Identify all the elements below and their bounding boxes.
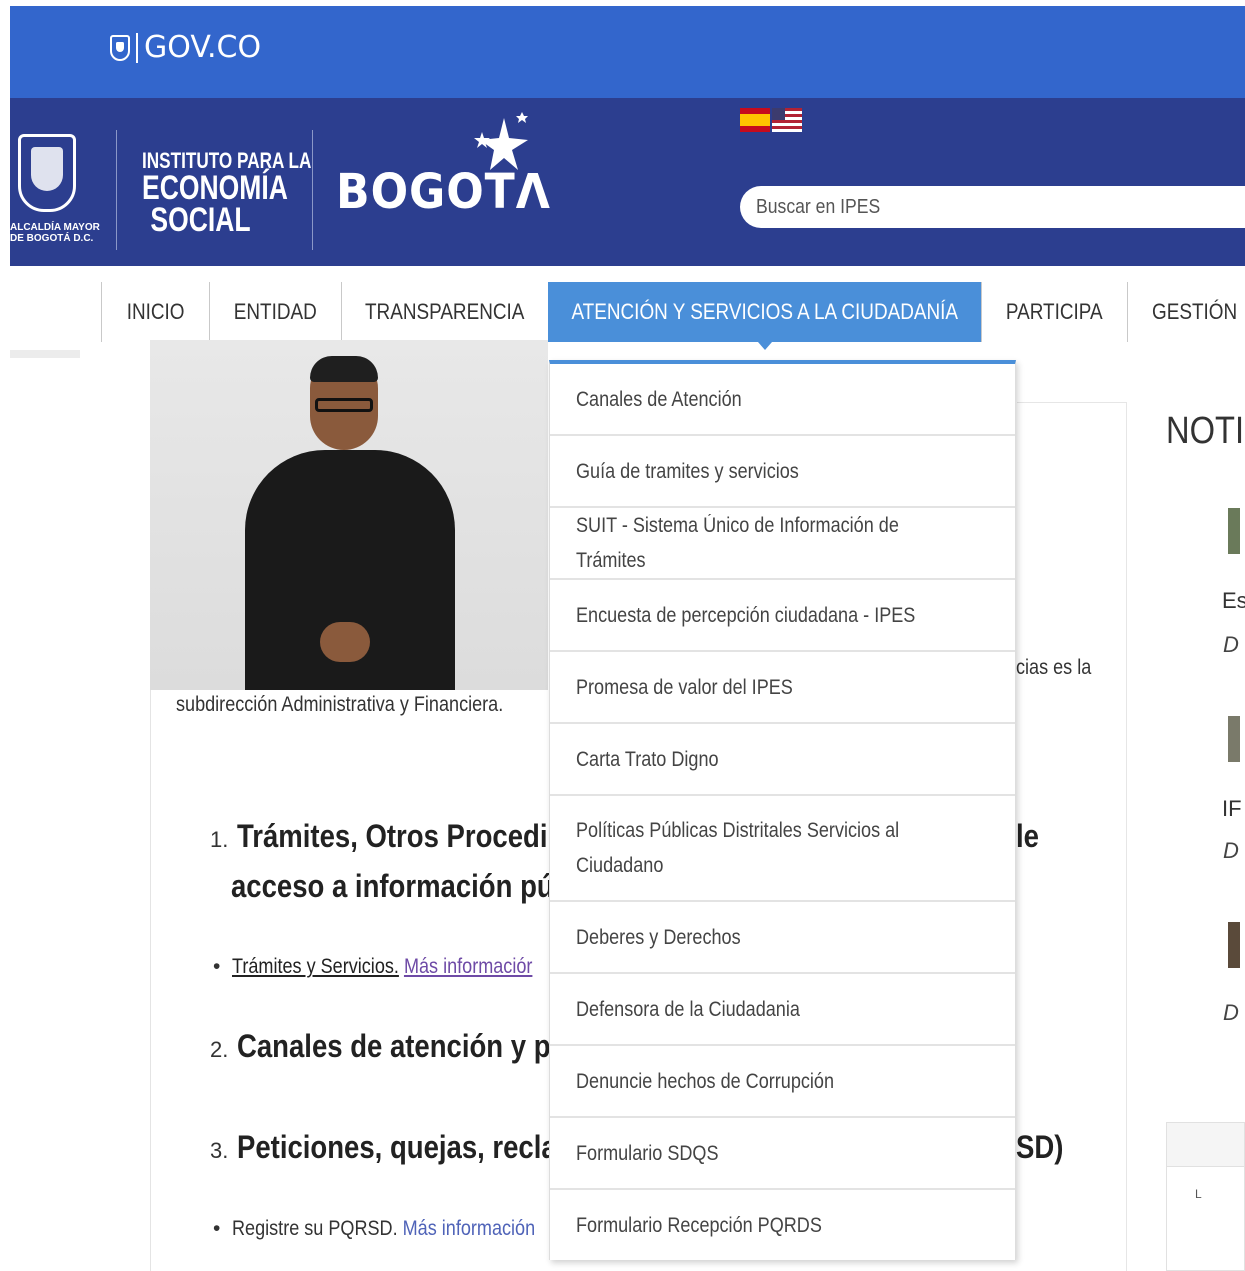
- dropdown-item-label: Encuesta de percepción ciudadana - IPES: [576, 603, 916, 627]
- dropdown-item-denuncie-corrupcion[interactable]: Denuncie hechos de Corrupción: [550, 1046, 1015, 1118]
- ipes-logo-line3: SOCIAL: [150, 201, 251, 239]
- interpreter-glasses: [315, 398, 373, 412]
- site-header: ALCALDÍA MAYOR DE BOGOTÁ D.C. INSTITUTO …: [10, 98, 1245, 266]
- dropdown-item-politicas-publicas[interactable]: Políticas Públicas Distritales Servicios…: [550, 796, 1015, 902]
- news-item-title[interactable]: IF: [1222, 796, 1242, 822]
- caption-text: subdirección Administrativa y Financiera…: [176, 693, 557, 717]
- govco-bar: GOV.CO: [10, 6, 1245, 98]
- spanish-flag-icon[interactable]: [740, 108, 770, 132]
- sidebar-box-label: L: [1195, 1187, 1202, 1201]
- heading-line2-text: acceso a información púl: [231, 868, 562, 904]
- caption-text-value: subdirección Administrativa y Financiera…: [176, 693, 504, 716]
- bogota-coat-of-arms-icon[interactable]: [18, 134, 76, 212]
- dropdown-item-promesa-valor[interactable]: Promesa de valor del IPES: [550, 652, 1015, 724]
- bullet-pqrsd: • Registre su PQRSD. Más información: [213, 1217, 585, 1241]
- govco-shield-icon: [110, 34, 130, 61]
- nav-item-entidad[interactable]: ENTIDAD: [209, 282, 341, 342]
- news-item-date: D: [1223, 1000, 1239, 1025]
- bogota-star-icon: [474, 112, 528, 170]
- nav-item-label: PARTICIPA: [1006, 299, 1103, 324]
- nav-item-transparencia[interactable]: TRANSPARENCIA: [341, 282, 548, 342]
- nav-item-inicio[interactable]: INICIO: [101, 282, 209, 342]
- tramites-link[interactable]: Trámites y Servicios.: [232, 955, 399, 978]
- news-title-text: NOTI: [1166, 410, 1245, 452]
- heading-text: Peticiones, quejas, reclai: [237, 1129, 565, 1165]
- interpreter-hands: [320, 622, 370, 662]
- ipes-logo-line2: ECONOMÍA: [142, 169, 288, 207]
- dropdown-item-label: SUIT - Sistema Único de Información de T…: [576, 514, 899, 572]
- dropdown-item-label: Guía de tramites y servicios: [576, 459, 799, 483]
- dropdown-item-deberes-derechos[interactable]: Deberes y Derechos: [550, 902, 1015, 974]
- dropdown-item-label: Formulario Recepción PQRDS: [576, 1213, 822, 1237]
- nav-item-label: ATENCIÓN Y SERVICIOS A LA CIUDADANÍA: [571, 299, 958, 324]
- heading-number: 3.: [210, 1138, 229, 1163]
- pqrsd-text: Registre su PQRSD.: [232, 1217, 398, 1240]
- nav-item-label: GESTIÓN: [1152, 299, 1238, 324]
- sidebar-box-header: [1167, 1123, 1244, 1167]
- news-item-date: D: [1223, 632, 1239, 657]
- dropdown-item-label: Denuncie hechos de Corrupción: [576, 1069, 835, 1093]
- search-box: [740, 186, 1245, 228]
- dropdown-item-formulario-sdqs[interactable]: Formulario SDQS: [550, 1118, 1015, 1190]
- atencion-dropdown-menu: Canales de Atención Guía de tramites y s…: [549, 360, 1016, 1260]
- news-title: NOTI: [1166, 410, 1245, 453]
- govco-logo[interactable]: GOV.CO: [110, 30, 261, 65]
- news-thumbnail[interactable]: [1228, 716, 1240, 762]
- ipes-logo[interactable]: INSTITUTO PARA LA ECONOMÍA SOCIAL: [142, 150, 311, 239]
- header-divider: [116, 130, 117, 250]
- nav-item-gestion[interactable]: GESTIÓN: [1127, 282, 1245, 342]
- dropdown-item-label: Formulario SDQS: [576, 1141, 719, 1165]
- english-flag-icon[interactable]: [772, 108, 802, 132]
- header-divider: [312, 130, 313, 250]
- heading-number: 2.: [210, 1037, 229, 1062]
- heading-text: Canales de atención y pi: [237, 1028, 559, 1064]
- heading-text: Trámites, Otros Procedim: [237, 818, 573, 854]
- dropdown-item-canales-atencion[interactable]: Canales de Atención: [550, 364, 1015, 436]
- bullet-dot: •: [213, 1217, 233, 1240]
- dropdown-item-label: Políticas Públicas Distritales Servicios…: [576, 819, 900, 877]
- nav-item-atencion-servicios[interactable]: ATENCIÓN Y SERVICIOS A LA CIUDADANÍA: [548, 282, 981, 350]
- nav-item-participa[interactable]: PARTICIPA: [981, 282, 1127, 342]
- dropdown-item-label: Promesa de valor del IPES: [576, 675, 793, 699]
- dropdown-item-encuesta[interactable]: Encuesta de percepción ciudadana - IPES: [550, 580, 1015, 652]
- content-panel-border: [1017, 402, 1127, 1271]
- interpreter-hair: [310, 356, 378, 382]
- dropdown-item-label: Canales de Atención: [576, 387, 742, 411]
- dropdown-item-formulario-pqrds[interactable]: Formulario Recepción PQRDS: [550, 1190, 1015, 1260]
- nav-item-label: INICIO: [126, 299, 185, 324]
- sidebar-box: L: [1166, 1122, 1245, 1271]
- nav-item-label: ENTIDAD: [233, 299, 318, 324]
- sign-language-interpreter-image: [150, 340, 548, 690]
- heading-number: 1.: [210, 827, 229, 852]
- nav-item-label: TRANSPARENCIA: [365, 299, 525, 324]
- dropdown-item-suit[interactable]: SUIT - Sistema Único de Información de T…: [550, 508, 1015, 580]
- news-thumbnail[interactable]: [1228, 508, 1240, 554]
- govco-logo-text: GOV.CO: [144, 30, 262, 65]
- bullet-dot: •: [213, 955, 233, 978]
- mas-informacion-link[interactable]: Más informaciór: [404, 955, 532, 978]
- language-selector: [740, 108, 802, 132]
- news-thumbnail[interactable]: [1228, 922, 1240, 968]
- dropdown-item-guia-tramites[interactable]: Guía de tramites y servicios: [550, 436, 1015, 508]
- dropdown-item-label: Defensora de la Ciudadania: [576, 997, 800, 1021]
- news-item-title[interactable]: Es: [1222, 588, 1245, 614]
- search-input[interactable]: [756, 195, 1187, 219]
- govco-separator: [136, 32, 138, 63]
- news-item-date: D: [1223, 838, 1239, 863]
- mas-informacion-link[interactable]: Más información: [403, 1217, 535, 1240]
- dropdown-item-carta-trato-digno[interactable]: Carta Trato Digno: [550, 724, 1015, 796]
- bullet-tramites: • Trámites y Servicios. Más informaciór: [213, 955, 581, 979]
- alcaldia-label: ALCALDÍA MAYOR DE BOGOTÁ D.C.: [10, 222, 100, 244]
- dropdown-item-label: Carta Trato Digno: [576, 747, 719, 771]
- dropdown-item-label: Deberes y Derechos: [576, 925, 741, 949]
- dropdown-item-defensora[interactable]: Defensora de la Ciudadania: [550, 974, 1015, 1046]
